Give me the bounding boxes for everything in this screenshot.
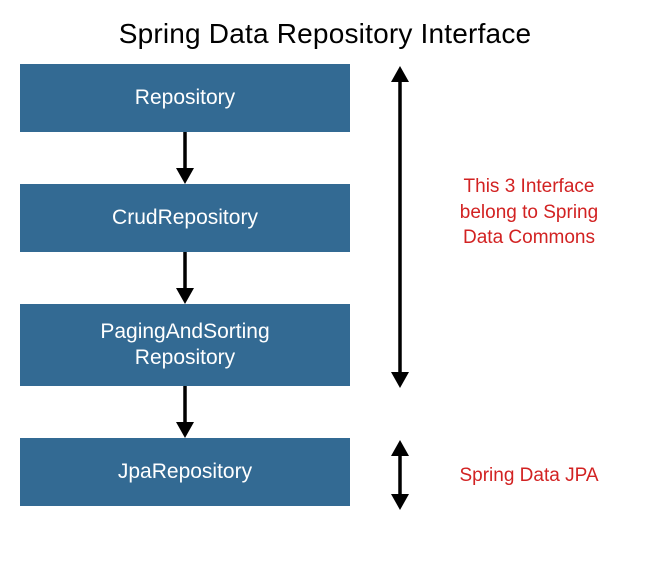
arrow-down-icon	[20, 132, 350, 184]
annotation-spring-data-commons: This 3 Interface belong to Spring Data C…	[444, 174, 614, 251]
diagram-content: Repository CrudRepository PagingAndSorti…	[20, 64, 630, 506]
box-jpa-repository: JpaRepository	[20, 438, 350, 506]
box-label: JpaRepository	[118, 459, 252, 485]
double-arrow-vertical-icon	[388, 440, 412, 510]
annotation-line: This 3 Interface	[444, 174, 614, 200]
box-label: CrudRepository	[112, 205, 258, 231]
box-paging-and-sorting-repository: PagingAndSorting Repository	[20, 304, 350, 386]
box-label-line2: Repository	[135, 345, 235, 371]
diagram-title: Spring Data Repository Interface	[0, 0, 650, 64]
right-annotations: This 3 Interface belong to Spring Data C…	[388, 66, 628, 508]
annotation-spring-data-jpa: Spring Data JPA	[444, 463, 614, 489]
box-repository: Repository	[20, 64, 350, 132]
arrow-down-icon	[20, 252, 350, 304]
arrow-down-icon	[20, 386, 350, 438]
box-label-line1: PagingAndSorting	[100, 319, 269, 345]
double-arrow-vertical-icon	[388, 66, 412, 388]
annotation-line: Spring Data JPA	[459, 465, 598, 486]
annotation-line: Data Commons	[444, 225, 614, 251]
box-label: Repository	[135, 85, 235, 111]
annotation-line: belong to Spring	[444, 200, 614, 226]
box-crud-repository: CrudRepository	[20, 184, 350, 252]
